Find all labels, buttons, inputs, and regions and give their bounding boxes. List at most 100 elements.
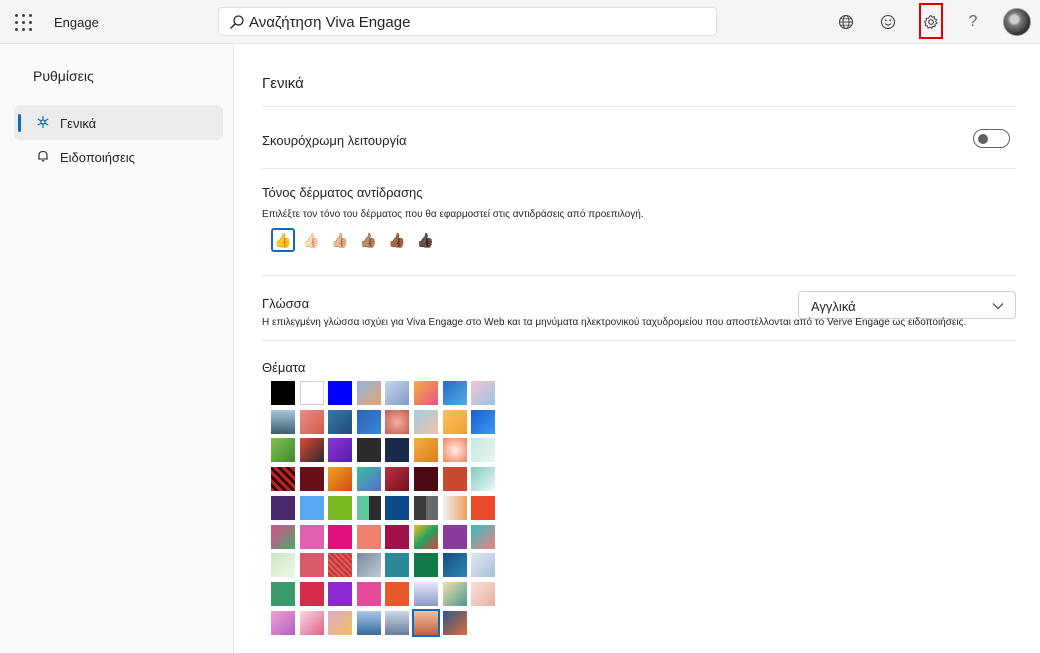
theme-swatch[interactable] [442, 438, 467, 463]
avatar[interactable] [1003, 8, 1031, 36]
theme-swatch[interactable] [385, 553, 410, 578]
theme-swatch[interactable] [471, 524, 496, 549]
theme-swatch[interactable] [442, 524, 467, 549]
bell-icon [38, 150, 48, 162]
theme-swatch[interactable] [328, 553, 353, 578]
dark-mode-toggle[interactable] [973, 129, 1010, 148]
search-box [218, 7, 717, 36]
globe-icon[interactable] [834, 10, 858, 34]
theme-swatch[interactable] [442, 610, 467, 635]
theme-swatch[interactable] [414, 524, 438, 549]
sidebar-item-notifications[interactable]: Ειδοποιήσεις [14, 139, 223, 174]
language-dropdown[interactable]: Αγγλικά [798, 291, 1016, 319]
waffle-icon[interactable] [14, 13, 32, 31]
theme-swatch[interactable] [414, 381, 438, 405]
theme-swatch[interactable] [271, 467, 295, 492]
app-name[interactable]: Engage [54, 15, 99, 30]
skin-tone-option[interactable]: 👍🏽 [357, 228, 381, 252]
divider [262, 275, 1016, 276]
theme-swatch[interactable] [328, 524, 353, 549]
theme-swatch[interactable] [442, 409, 467, 434]
gear-icon[interactable] [919, 10, 943, 34]
theme-swatch[interactable] [299, 553, 324, 578]
theme-swatch[interactable] [299, 524, 324, 549]
sidebar-item-general[interactable]: Γενικά [14, 105, 223, 140]
theme-swatch[interactable] [414, 409, 438, 434]
theme-swatch[interactable] [328, 495, 353, 520]
theme-swatch[interactable] [442, 495, 467, 520]
theme-swatch[interactable] [356, 467, 381, 492]
theme-swatch[interactable] [299, 381, 324, 405]
language-label: Γλώσσα [262, 296, 310, 311]
theme-swatch[interactable] [414, 553, 438, 578]
theme-swatch[interactable] [271, 553, 295, 578]
skin-tone-option[interactable]: 👍🏾 [385, 228, 409, 252]
theme-swatch[interactable] [471, 553, 496, 578]
theme-swatch[interactable] [471, 581, 496, 606]
theme-swatch[interactable] [385, 467, 410, 492]
theme-swatch[interactable] [471, 467, 496, 492]
theme-swatch[interactable] [299, 610, 324, 635]
theme-swatch[interactable] [356, 409, 381, 434]
divider [262, 340, 1016, 341]
theme-swatch[interactable] [271, 438, 295, 463]
sidebar-title: Ρυθμίσεις [33, 68, 94, 84]
theme-swatch[interactable] [328, 381, 353, 405]
theme-swatch[interactable] [385, 610, 410, 635]
theme-swatch[interactable] [328, 610, 353, 635]
theme-swatch[interactable] [385, 524, 410, 549]
theme-swatch[interactable] [328, 438, 353, 463]
theme-swatch[interactable] [442, 381, 467, 405]
theme-swatch[interactable] [328, 581, 353, 606]
help-icon[interactable]: ? [961, 10, 985, 34]
skin-tone-option[interactable]: 👍 [271, 228, 295, 252]
theme-swatch[interactable] [414, 467, 438, 492]
theme-swatch[interactable] [299, 438, 324, 463]
divider [262, 168, 1016, 169]
divider [262, 106, 1016, 107]
theme-swatch[interactable] [414, 438, 438, 463]
theme-swatch[interactable] [299, 409, 324, 434]
sidebar-item-label: Ειδοποιήσεις [60, 150, 135, 165]
skin-tone-description: Επιλέξτε τον τόνο του δέρματος που θα εφ… [262, 209, 644, 220]
theme-swatch[interactable] [385, 381, 410, 405]
theme-swatch[interactable] [271, 581, 295, 606]
search-input[interactable] [249, 11, 699, 33]
theme-swatch[interactable] [412, 608, 440, 637]
theme-swatch[interactable] [442, 553, 467, 578]
theme-swatch[interactable] [385, 409, 410, 434]
theme-swatch[interactable] [356, 438, 381, 463]
theme-swatch[interactable] [414, 581, 438, 606]
theme-swatch[interactable] [385, 438, 410, 463]
theme-swatch[interactable] [385, 581, 410, 606]
theme-swatch[interactable] [414, 495, 438, 520]
theme-swatch[interactable] [271, 524, 295, 549]
skin-tone-option[interactable]: 👍🏿 [414, 228, 438, 252]
theme-swatch[interactable] [356, 495, 381, 520]
theme-swatch[interactable] [356, 524, 381, 549]
theme-swatch[interactable] [271, 381, 295, 405]
theme-swatch[interactable] [328, 409, 353, 434]
theme-swatch[interactable] [385, 495, 410, 520]
theme-swatch[interactable] [299, 581, 324, 606]
theme-swatch[interactable] [442, 467, 467, 492]
theme-swatch[interactable] [299, 495, 324, 520]
theme-swatch[interactable] [271, 610, 295, 635]
smiley-icon[interactable] [876, 10, 900, 34]
theme-swatch[interactable] [471, 495, 496, 520]
theme-swatch[interactable] [471, 381, 496, 405]
theme-swatch[interactable] [356, 381, 381, 405]
theme-swatch[interactable] [356, 610, 381, 635]
skin-tone-option[interactable]: 👍🏼 [328, 228, 352, 252]
theme-swatch[interactable] [356, 581, 381, 606]
theme-swatch[interactable] [356, 553, 381, 578]
theme-swatch[interactable] [271, 409, 295, 434]
theme-swatch[interactable] [471, 409, 496, 434]
theme-swatch[interactable] [471, 438, 496, 463]
theme-grid [271, 381, 501, 641]
theme-swatch[interactable] [442, 581, 467, 606]
theme-swatch[interactable] [328, 467, 353, 492]
theme-swatch[interactable] [299, 467, 324, 492]
theme-swatch[interactable] [271, 495, 295, 520]
skin-tone-option[interactable]: 👍🏻 [300, 228, 324, 252]
